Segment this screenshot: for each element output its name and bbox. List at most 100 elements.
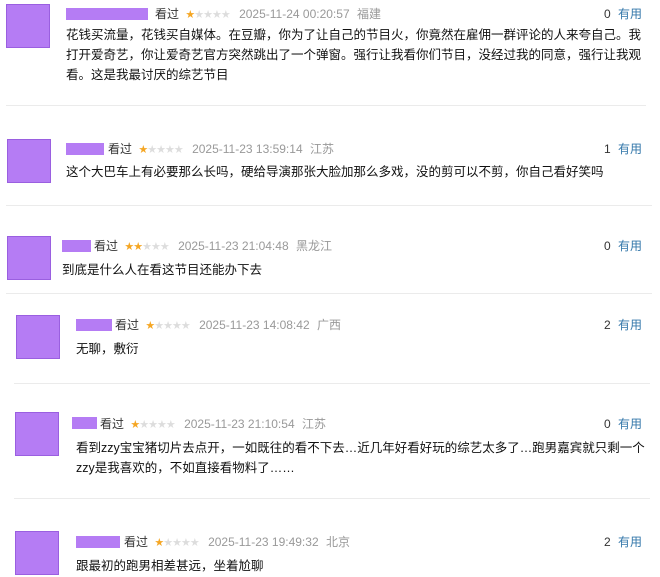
star-empty-icon: ★ xyxy=(163,537,173,549)
vote-area: 0 有用 xyxy=(604,415,642,433)
watched-label: 看过 xyxy=(115,318,140,332)
username[interactable] xyxy=(76,536,120,548)
vote-area: 0 有用 xyxy=(604,237,642,255)
useful-button[interactable]: 有用 xyxy=(618,417,642,431)
comment-region: 江苏 xyxy=(301,417,326,431)
avatar[interactable] xyxy=(7,139,51,183)
comment-time: 2025-11-23 21:10:54 xyxy=(184,417,295,431)
vote-area: 2 有用 xyxy=(604,316,642,334)
username[interactable] xyxy=(66,8,148,20)
useful-button[interactable]: 有用 xyxy=(618,142,642,156)
avatar[interactable] xyxy=(16,315,60,359)
star-empty-icon: ★ xyxy=(180,320,191,332)
star-empty-icon: ★ xyxy=(194,9,204,21)
vote-count: 1 xyxy=(603,142,611,156)
star-empty-icon: ★ xyxy=(173,144,184,156)
vote-count: 0 xyxy=(603,7,611,21)
star-empty-icon: ★ xyxy=(142,241,152,253)
star-filled-icon: ★ xyxy=(185,9,195,21)
comment-region: 江苏 xyxy=(309,142,334,156)
rating-stars: ★★★★★ xyxy=(124,238,170,256)
comment-content: 花钱买流量，花钱买自媒体。在豆瓣，你为了让自己的节目火，你竟然在雇佣一群评论的人… xyxy=(66,28,642,82)
star-filled-icon: ★ xyxy=(133,241,143,253)
comment-meta: 看过 ★★★★★ 2025-11-23 21:10:54 江苏 xyxy=(100,415,326,433)
divider xyxy=(6,293,652,294)
comment-meta: 看过 ★★★★★ 2025-11-23 13:59:14 江苏 xyxy=(108,140,334,158)
username[interactable] xyxy=(66,143,104,155)
star-empty-icon: ★ xyxy=(150,241,161,253)
star-empty-icon: ★ xyxy=(164,144,175,156)
star-empty-icon: ★ xyxy=(148,419,158,431)
useful-button[interactable]: 有用 xyxy=(618,239,642,253)
comment-content: 跟最初的跑男相差甚远，坐着尬聊 xyxy=(76,559,264,573)
comment-time: 2025-11-23 21:04:48 xyxy=(178,239,289,253)
vote-area: 0 有用 xyxy=(604,5,642,23)
avatar[interactable] xyxy=(15,531,59,575)
comment-meta: 看过 ★★★★★ 2025-11-24 00:20:57 福建 xyxy=(155,5,381,23)
comment-time: 2025-11-23 13:59:14 xyxy=(192,142,303,156)
rating-stars: ★★★★★ xyxy=(185,6,231,24)
rating-stars: ★★★★★ xyxy=(138,141,184,159)
vote-count: 2 xyxy=(603,318,611,332)
comment-content: 无聊，敷衍 xyxy=(76,342,139,356)
useful-button[interactable]: 有用 xyxy=(618,318,642,332)
comment-meta: 看过 ★★★★★ 2025-11-23 14:08:42 广西 xyxy=(115,316,341,334)
comment-time: 2025-11-24 00:20:57 xyxy=(239,7,350,21)
star-empty-icon: ★ xyxy=(172,537,182,549)
star-empty-icon: ★ xyxy=(139,419,149,431)
divider xyxy=(6,105,646,106)
star-empty-icon: ★ xyxy=(165,419,176,431)
watched-label: 看过 xyxy=(155,7,180,21)
avatar[interactable] xyxy=(15,412,59,456)
comment-meta: 看过 ★★★★★ 2025-11-23 21:04:48 黑龙江 xyxy=(94,237,332,255)
star-empty-icon: ★ xyxy=(189,537,200,549)
star-empty-icon: ★ xyxy=(171,320,182,332)
star-empty-icon: ★ xyxy=(220,9,231,21)
watched-label: 看过 xyxy=(124,535,149,549)
vote-area: 2 有用 xyxy=(604,533,642,551)
star-empty-icon: ★ xyxy=(163,320,173,332)
comment-region: 福建 xyxy=(356,7,381,21)
vote-area: 1 有用 xyxy=(604,140,642,158)
vote-count: 0 xyxy=(603,417,611,431)
vote-count: 0 xyxy=(603,239,611,253)
comment-region: 北京 xyxy=(325,535,350,549)
star-empty-icon: ★ xyxy=(211,9,222,21)
divider xyxy=(14,498,650,499)
comment-time: 2025-11-23 19:49:32 xyxy=(208,535,319,549)
star-empty-icon: ★ xyxy=(156,144,166,156)
star-filled-icon: ★ xyxy=(130,419,140,431)
useful-button[interactable]: 有用 xyxy=(618,7,642,21)
divider xyxy=(6,205,652,206)
divider xyxy=(14,383,650,384)
rating-stars: ★★★★★ xyxy=(145,317,191,335)
star-filled-icon: ★ xyxy=(145,320,155,332)
comment-time: 2025-11-23 14:08:42 xyxy=(199,318,310,332)
star-filled-icon: ★ xyxy=(154,537,164,549)
watched-label: 看过 xyxy=(100,417,125,431)
avatar[interactable] xyxy=(7,236,51,280)
star-empty-icon: ★ xyxy=(156,419,167,431)
username[interactable] xyxy=(76,319,112,331)
comment-meta: 看过 ★★★★★ 2025-11-23 19:49:32 北京 xyxy=(124,533,350,551)
star-empty-icon: ★ xyxy=(180,537,191,549)
watched-label: 看过 xyxy=(94,239,119,253)
useful-button[interactable]: 有用 xyxy=(618,535,642,549)
comment-region: 黑龙江 xyxy=(295,239,332,253)
vote-count: 2 xyxy=(603,535,611,549)
rating-stars: ★★★★★ xyxy=(154,534,200,552)
star-filled-icon: ★ xyxy=(138,144,148,156)
username[interactable] xyxy=(72,417,97,429)
comment-content: 到底是什么人在看这节目还能办下去 xyxy=(62,263,263,277)
watched-label: 看过 xyxy=(108,142,133,156)
comment-content: 看到zzy宝宝猪切片去点开，一如既往的看不下去…近几年好看好玩的综艺太多了…跑男… xyxy=(76,441,645,475)
username[interactable] xyxy=(62,240,91,252)
star-empty-icon: ★ xyxy=(203,9,213,21)
star-empty-icon: ★ xyxy=(154,320,164,332)
rating-stars: ★★★★★ xyxy=(130,416,176,434)
comment-region: 广西 xyxy=(316,318,341,332)
avatar[interactable] xyxy=(6,4,50,48)
star-filled-icon: ★ xyxy=(124,241,134,253)
star-empty-icon: ★ xyxy=(147,144,157,156)
star-empty-icon: ★ xyxy=(159,241,170,253)
